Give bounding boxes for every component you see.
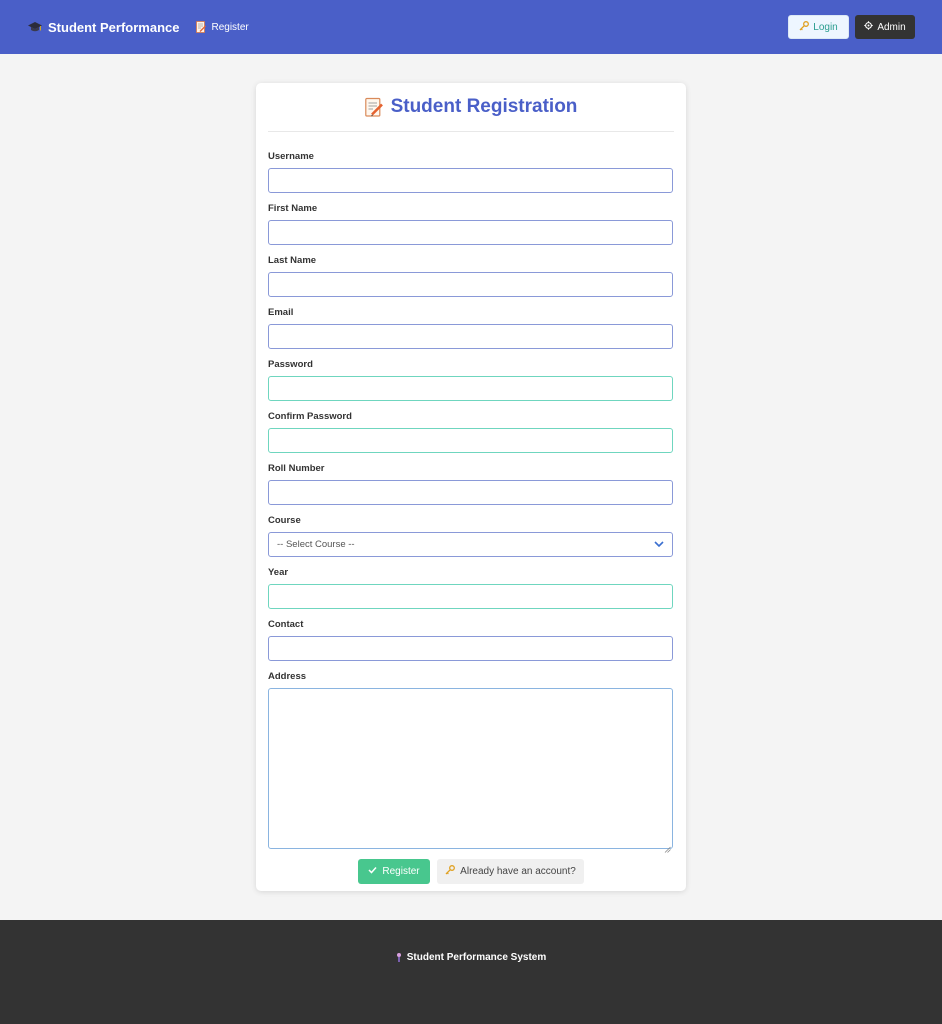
last-name-input[interactable] xyxy=(268,272,673,297)
field-contact: Contact xyxy=(268,620,674,661)
address-label: Address xyxy=(268,671,307,682)
page-title-text: Student Registration xyxy=(390,96,578,117)
brand-title: Student Performance xyxy=(48,19,180,35)
course-label: Course xyxy=(268,515,301,526)
contact-input[interactable] xyxy=(268,636,673,661)
field-email: Email xyxy=(268,308,674,349)
field-course: Course -- Select Course -- xyxy=(268,516,674,557)
page-title: Student Registration xyxy=(364,96,578,118)
first-name-input[interactable] xyxy=(268,220,673,245)
year-label: Year xyxy=(268,567,289,578)
address-textarea[interactable] xyxy=(268,688,673,853)
field-last-name: Last Name xyxy=(268,256,674,297)
field-password: Password xyxy=(268,360,674,401)
admin-button[interactable]: Admin xyxy=(855,15,915,39)
last-name-label: Last Name xyxy=(268,255,317,266)
course-select[interactable]: -- Select Course -- xyxy=(268,532,673,557)
gear-icon xyxy=(864,21,874,33)
nav-link-register-label: Register xyxy=(211,21,249,33)
login-button-label: Login xyxy=(813,21,838,33)
password-input[interactable] xyxy=(268,376,673,401)
brand[interactable]: Student Performance xyxy=(28,20,179,35)
form-actions: Register Already have an account? xyxy=(268,859,674,884)
card-header: Student Registration xyxy=(268,83,674,132)
email-input[interactable] xyxy=(268,324,673,349)
field-address: Address xyxy=(268,671,674,853)
footer: Student Performance System xyxy=(0,920,942,1024)
already-have-account-button[interactable]: Already have an account? xyxy=(437,859,584,884)
memo-icon xyxy=(364,97,383,117)
field-confirm-password: Confirm Password xyxy=(268,412,674,453)
confirm-password-label: Confirm Password xyxy=(268,411,352,422)
already-have-account-label: Already have an account? xyxy=(460,866,576,877)
confirm-password-input[interactable] xyxy=(268,428,673,453)
checkmark-icon xyxy=(368,866,377,877)
nav-link-register[interactable]: Register xyxy=(196,21,249,33)
graduation-icon xyxy=(396,952,402,964)
field-roll-number: Roll Number xyxy=(268,464,674,505)
roll-number-input[interactable] xyxy=(268,480,673,505)
field-year: Year xyxy=(268,568,674,609)
email-label: Email xyxy=(268,307,294,318)
password-label: Password xyxy=(268,359,313,370)
contact-label: Contact xyxy=(268,619,304,630)
roll-number-label: Roll Number xyxy=(268,463,325,474)
key-icon xyxy=(799,20,810,34)
field-first-name: First Name xyxy=(268,204,674,245)
footer-brand: Student Performance System xyxy=(396,952,547,966)
nav-actions: Login Admin xyxy=(788,15,915,39)
year-input[interactable] xyxy=(268,584,673,609)
graduation-cap-icon xyxy=(28,20,42,34)
footer-text: Student Performance System xyxy=(406,952,547,963)
key-icon xyxy=(445,865,456,878)
registration-card: Student Registration Username First Name… xyxy=(256,83,686,891)
navbar: Student Performance Register Login Admin xyxy=(0,0,942,54)
registration-form: Username First Name Last Name Email Pass… xyxy=(268,132,674,884)
username-input[interactable] xyxy=(268,168,673,193)
field-username: Username xyxy=(268,152,674,193)
resize-handle-icon[interactable] xyxy=(664,840,671,853)
username-label: Username xyxy=(268,151,314,162)
register-button-label: Register xyxy=(382,866,420,877)
memo-icon xyxy=(196,21,207,33)
course-select-value: -- Select Course -- xyxy=(277,539,355,550)
chevron-down-icon xyxy=(654,539,664,550)
register-button[interactable]: Register xyxy=(358,859,430,884)
login-button[interactable]: Login xyxy=(788,15,849,39)
first-name-label: First Name xyxy=(268,203,318,214)
admin-button-label: Admin xyxy=(877,21,906,33)
